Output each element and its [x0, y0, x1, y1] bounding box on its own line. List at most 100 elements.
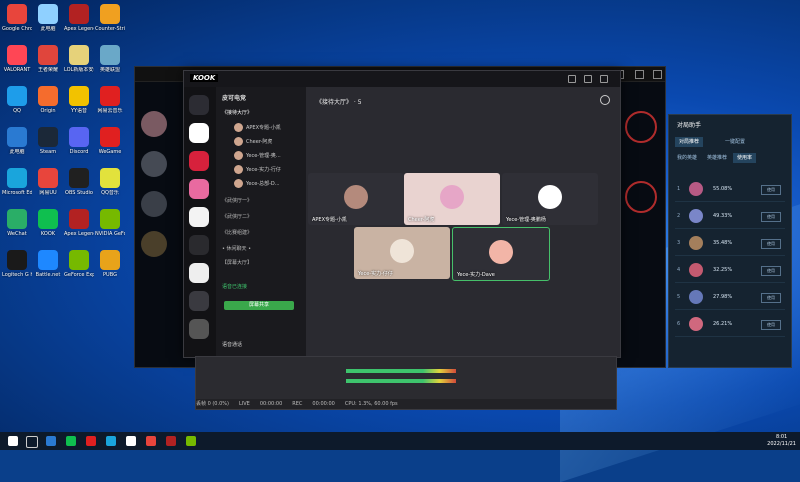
obs-window[interactable]: 丢帧 0 (0.0%) LIVE 00:00:00 REC 00:00:00 CPU: 1…: [195, 356, 617, 410]
desktop-icon[interactable]: PUBG: [95, 250, 125, 294]
server-icon[interactable]: [189, 151, 209, 171]
avatar: [234, 151, 243, 160]
hero-row[interactable]: 4 32.25% 使用: [675, 260, 785, 283]
app-taskbar-icon[interactable]: [86, 436, 96, 446]
start-icon[interactable]: [8, 436, 18, 446]
desktop-icon[interactable]: QQ音乐: [95, 168, 125, 212]
screen-share-button[interactable]: 屏幕共享: [224, 301, 294, 310]
desktop-icon[interactable]: Origin: [33, 86, 63, 130]
channel-item[interactable]: 《比赛组建》: [222, 229, 252, 236]
desktop-icon[interactable]: Google Chrome: [2, 4, 32, 48]
tile-name: APEX专题-小凯: [312, 217, 347, 223]
hero-row[interactable]: 6 26.21% 使用: [675, 314, 785, 337]
app-icon: [100, 45, 120, 65]
use-button[interactable]: 使用: [761, 185, 781, 195]
desktop-icon[interactable]: 此电脑: [2, 127, 32, 171]
use-button[interactable]: 使用: [761, 212, 781, 222]
server-icon[interactable]: [189, 319, 209, 339]
close-icon[interactable]: [653, 70, 662, 79]
use-button[interactable]: 使用: [761, 320, 781, 330]
server-icon[interactable]: [189, 291, 209, 311]
app-taskbar-icon[interactable]: [186, 436, 196, 446]
hero-row[interactable]: 1 55.08% 使用: [675, 179, 785, 202]
desktop-icon-label: Steam: [39, 149, 57, 155]
server-icon[interactable]: [189, 263, 209, 283]
desktop-icon[interactable]: 英雄联盟: [95, 45, 125, 89]
app-taskbar-icon[interactable]: [166, 436, 176, 446]
kook-taskbar-icon[interactable]: [66, 436, 76, 446]
server-icon[interactable]: [189, 179, 209, 199]
desktop-icon[interactable]: OBS Studio: [64, 168, 94, 212]
server-icon[interactable]: [189, 207, 209, 227]
use-button[interactable]: 使用: [761, 266, 781, 276]
task-view-icon[interactable]: [46, 436, 56, 446]
maximize-icon[interactable]: [584, 75, 592, 83]
helper-tab[interactable]: 我的英雄: [673, 153, 701, 163]
desktop-icon[interactable]: Battle.net: [33, 250, 63, 294]
desktop-icon[interactable]: QQ: [2, 86, 32, 130]
desktop-icon[interactable]: KOOK: [33, 209, 63, 253]
hero-row[interactable]: 2 49.33% 使用: [675, 206, 785, 229]
footer-user[interactable]: 语音通话: [222, 341, 242, 348]
channel-item[interactable]: 《接待大厅》: [222, 109, 252, 116]
server-icon[interactable]: [189, 235, 209, 255]
video-tile[interactable]: Yece-管理-奥鹏杨: [502, 173, 598, 225]
use-button[interactable]: 使用: [761, 293, 781, 303]
search-icon[interactable]: [600, 95, 610, 105]
channel-item[interactable]: 《武侠厅二》: [222, 213, 252, 220]
video-tile[interactable]: Yece-实力-Dave: [452, 227, 550, 281]
hero-row[interactable]: 3 35.48% 使用: [675, 233, 785, 256]
hero-row[interactable]: 5 27.98% 使用: [675, 287, 785, 310]
voice-member[interactable]: Yece-总部-D...: [234, 179, 280, 188]
desktop-icon-label: WeChat: [7, 231, 27, 237]
desktop-icon[interactable]: 此电脑: [33, 4, 63, 48]
desktop-icon[interactable]: Apex Legends: [64, 209, 94, 253]
video-tile[interactable]: Yece-实力-仔仔: [354, 227, 450, 279]
voice-member[interactable]: Cheer-阿虎: [234, 137, 272, 146]
desktop-icon[interactable]: 王者荣耀: [33, 45, 63, 89]
use-button[interactable]: 使用: [761, 239, 781, 249]
taskbar-clock[interactable]: 8:01 2022/11/21: [767, 434, 796, 448]
app-taskbar-icon[interactable]: [146, 436, 156, 446]
desktop-icon[interactable]: Steam: [33, 127, 63, 171]
match-helper-window[interactable]: 对局助手 对局推荐 一键配置 我的英雄 英雄推荐 使用率 1 55.08% 使用 2 49.33…: [668, 114, 792, 368]
desktop-icon[interactable]: YY语音: [64, 86, 94, 130]
search-icon[interactable]: [26, 436, 38, 448]
desktop-icon[interactable]: 网易云音乐: [95, 86, 125, 130]
helper-tab[interactable]: 英雄推荐: [703, 153, 731, 163]
desktop-icon-label: 网易云音乐: [97, 108, 123, 114]
app-icon: [69, 45, 89, 65]
desktop-icon[interactable]: LOL新版本安装包: [64, 45, 94, 89]
direct-messages-icon[interactable]: [189, 95, 209, 115]
channel-item[interactable]: 【屏幕大厅】: [222, 259, 252, 266]
maximize-icon[interactable]: [635, 70, 644, 79]
minimize-icon[interactable]: [568, 75, 576, 83]
desktop-icon[interactable]: WeGame: [95, 127, 125, 171]
voice-member[interactable]: APEX专题-小凯: [234, 123, 281, 132]
desktop-icon[interactable]: Microsoft Edge: [2, 168, 32, 212]
desktop-icon[interactable]: NVIDIA GeForce: [95, 209, 125, 253]
desktop-icon[interactable]: Discord: [64, 127, 94, 171]
channel-item[interactable]: • 休闲聊天 •: [222, 245, 251, 252]
helper-tab[interactable]: 一键配置: [721, 137, 749, 147]
desktop-icon[interactable]: Logitech G HUB: [2, 250, 32, 294]
desktop-icon[interactable]: 网易UU: [33, 168, 63, 212]
desktop-icon-label: OBS Studio: [65, 190, 93, 196]
app-taskbar-icon[interactable]: [106, 436, 116, 446]
voice-member[interactable]: Yece-实力-行仔: [234, 165, 281, 174]
channel-item[interactable]: 《武侠厅一》: [222, 197, 252, 204]
desktop-icon[interactable]: GeForce Experience: [64, 250, 94, 294]
desktop-icon[interactable]: VALORANT: [2, 45, 32, 89]
server-icon[interactable]: [189, 123, 209, 143]
video-tile[interactable]: APEX专题-小凯: [308, 173, 404, 225]
kook-window[interactable]: KOOK 皮可电竞 《接待大厅》 《武侠厅一》 《武侠厅二》 《比赛组建》 • 休闲聊天…: [183, 70, 621, 358]
helper-tab[interactable]: 使用率: [733, 153, 757, 163]
close-icon[interactable]: [600, 75, 608, 83]
voice-member[interactable]: Yece-管理-奥...: [234, 151, 281, 160]
desktop-icon[interactable]: Counter-Strike Global Offe...: [95, 4, 125, 48]
desktop-icon[interactable]: WeChat: [2, 209, 32, 253]
helper-tab[interactable]: 对局推荐: [675, 137, 704, 147]
video-tile[interactable]: Cheer-阿虎: [404, 173, 500, 225]
app-taskbar-icon[interactable]: [126, 436, 136, 446]
desktop-icon[interactable]: Apex Legends: [64, 4, 94, 48]
